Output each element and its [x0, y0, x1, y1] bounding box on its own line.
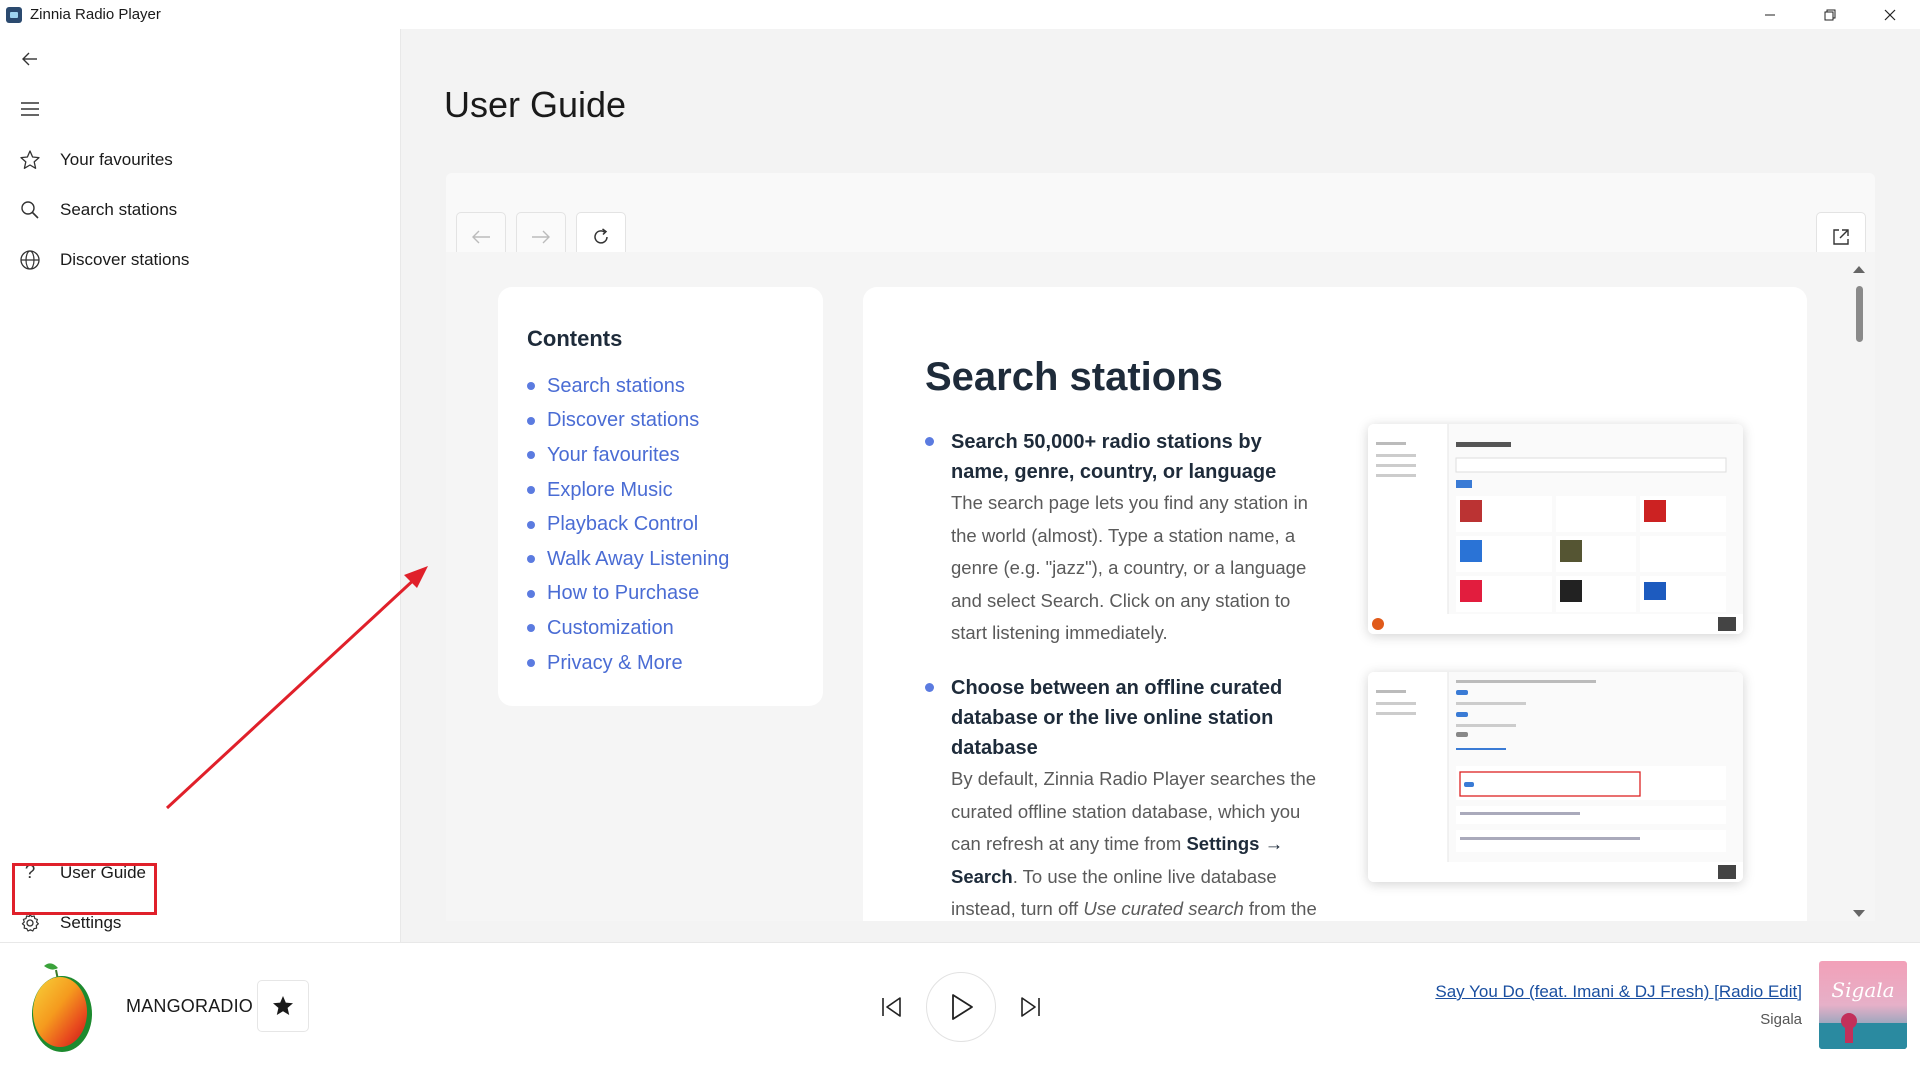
- contents-link[interactable]: Search stations: [527, 369, 729, 404]
- close-button[interactable]: [1860, 0, 1920, 29]
- sidebar-item-search[interactable]: Search stations: [0, 188, 400, 232]
- next-button[interactable]: [1010, 986, 1052, 1028]
- article-card: Search stations Search 50,000+ radio sta…: [863, 287, 1807, 921]
- menu-button[interactable]: [14, 93, 46, 125]
- sidebar-item-label: Your favourites: [60, 150, 173, 169]
- contents-link[interactable]: Playback Control: [527, 507, 729, 542]
- feature-title: Choose between an offline curated databa…: [951, 677, 1283, 759]
- back-arrow-icon: [22, 52, 37, 66]
- app-logo-icon: [6, 6, 22, 23]
- contents-link[interactable]: Walk Away Listening: [527, 542, 729, 577]
- scrollbar-thumb[interactable]: [1856, 286, 1863, 342]
- contents-link[interactable]: How to Purchase: [527, 577, 729, 612]
- page-title: User Guide: [444, 84, 627, 125]
- open-external-icon: [1833, 229, 1849, 245]
- station-logo: [26, 960, 96, 1054]
- star-filled-icon: [273, 996, 293, 1015]
- contents-link[interactable]: Privacy & More: [527, 646, 729, 681]
- minimize-button[interactable]: [1740, 0, 1800, 29]
- station-name: MANGORADIO: [126, 996, 254, 1016]
- guide-webview: Contents Search stations Discover statio…: [446, 252, 1875, 921]
- svg-text:Sigala: Sigala: [1831, 978, 1894, 1002]
- caret-up-icon: [1853, 266, 1865, 273]
- scroll-down-button[interactable]: [1850, 906, 1868, 924]
- caret-down-icon: [1853, 910, 1865, 917]
- globe-icon: [0, 249, 60, 271]
- feature-title: Search 50,000+ radio stations by name, g…: [951, 431, 1277, 483]
- feature-item: Choose between an offline curated databa…: [925, 673, 1325, 921]
- hamburger-icon: [21, 102, 39, 116]
- title-bar: Zinnia Radio Player: [0, 0, 1920, 29]
- favourite-button[interactable]: [257, 980, 309, 1032]
- gear-icon: [0, 913, 60, 933]
- bullet-dot: [925, 683, 934, 692]
- scroll-up-button[interactable]: [1850, 261, 1868, 279]
- arrow-right-icon: [532, 230, 550, 244]
- sidebar-item-label: Search stations: [60, 200, 178, 219]
- sidebar-item-favourites[interactable]: Your favourites: [0, 138, 400, 182]
- arrow-left-icon: [472, 230, 490, 244]
- minimize-icon: [1765, 14, 1775, 15]
- main-content: User Guide Contents Search stations Disc…: [401, 29, 1920, 942]
- song-title-link[interactable]: Say You Do (feat. Imani & DJ Fresh) [Rad…: [1435, 982, 1802, 1002]
- play-button[interactable]: [926, 972, 996, 1042]
- sidebar-item-label: Discover stations: [60, 250, 190, 269]
- settings-page-screenshot: [1368, 672, 1743, 882]
- contents-link[interactable]: Customization: [527, 611, 729, 646]
- restore-button[interactable]: [1800, 0, 1860, 29]
- sidebar-item-discover[interactable]: Discover stations: [0, 238, 400, 282]
- contents-list: Search stations Discover stations Your f…: [527, 369, 729, 680]
- back-button[interactable]: [14, 43, 46, 75]
- previous-button[interactable]: [870, 986, 912, 1028]
- article-heading: Search stations: [925, 355, 1223, 399]
- restore-icon: [1824, 9, 1836, 20]
- feature-body: By default, Zinnia Radio Player searches…: [951, 768, 1317, 919]
- window-title: Zinnia Radio Player: [30, 6, 161, 23]
- album-art: Sigala: [1819, 961, 1907, 1049]
- contents-card: Contents Search stations Discover statio…: [498, 287, 823, 706]
- bullet-dot: [925, 437, 934, 446]
- annotation-highlight-box: [12, 863, 157, 915]
- feature-item: Search 50,000+ radio stations by name, g…: [925, 427, 1325, 650]
- star-outline-icon: [0, 149, 60, 171]
- contents-link[interactable]: Your favourites: [527, 438, 729, 473]
- search-page-screenshot: [1368, 424, 1743, 634]
- contents-link[interactable]: Explore Music: [527, 473, 729, 508]
- sidebar-item-label: Settings: [60, 913, 122, 932]
- close-icon: [1884, 9, 1896, 20]
- contents-link[interactable]: Discover stations: [527, 404, 729, 439]
- refresh-icon: [594, 228, 608, 244]
- sidebar: Your favourites Search stations Discover…: [0, 29, 401, 942]
- search-icon: [0, 200, 60, 220]
- skip-previous-icon: [882, 997, 901, 1017]
- play-icon: [952, 994, 973, 1020]
- feature-body: The search page lets you find any statio…: [951, 492, 1308, 643]
- window-controls: [1740, 0, 1920, 29]
- player-bar: MANGORADIO Say You Do (feat. Imani & DJ …: [0, 942, 1920, 1080]
- contents-title: Contents: [527, 326, 623, 351]
- song-artist: Sigala: [1760, 1011, 1802, 1028]
- skip-next-icon: [1021, 997, 1040, 1017]
